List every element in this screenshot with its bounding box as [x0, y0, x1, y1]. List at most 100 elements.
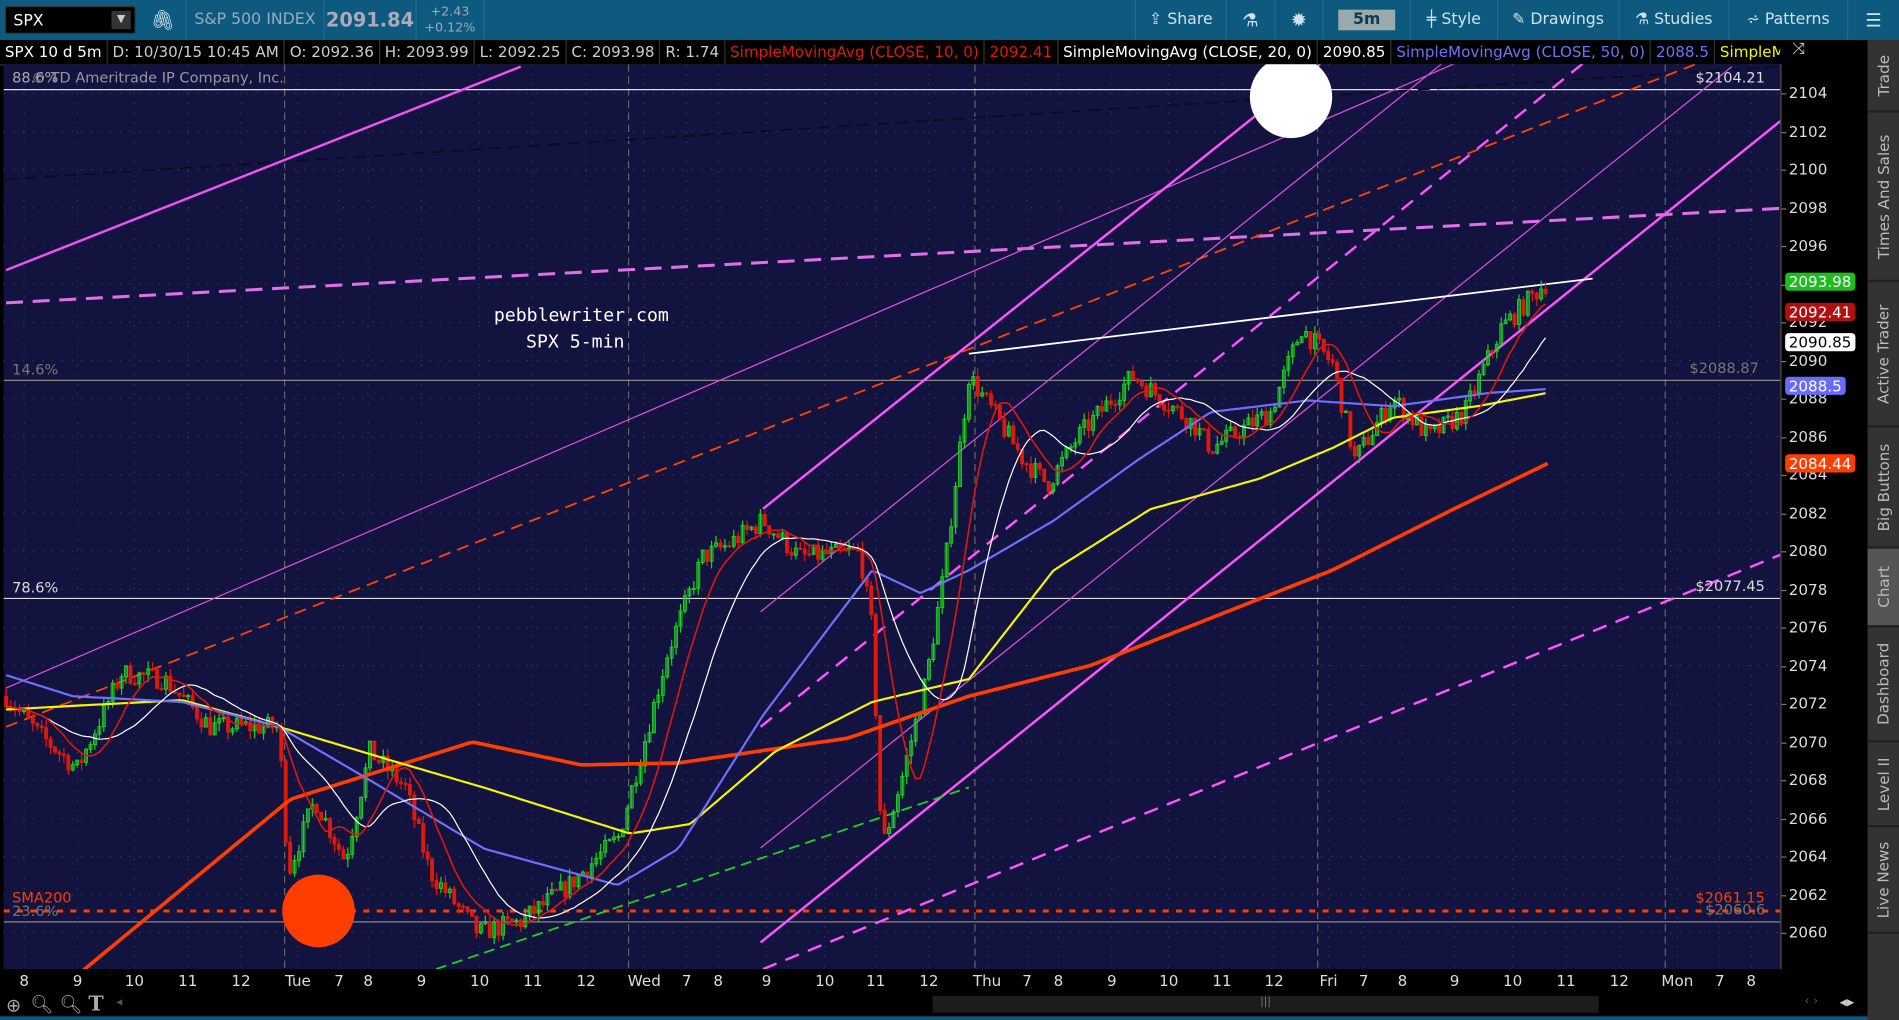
candle-down: [1543, 288, 1548, 295]
candle-down: [718, 542, 723, 548]
sidebar-tab-live-news[interactable]: Live News: [1867, 827, 1899, 934]
candle-down: [155, 668, 159, 689]
sidebar-tab-label: Chart: [1874, 566, 1893, 608]
candle-down: [1108, 400, 1113, 405]
candle-down: [767, 525, 772, 535]
sidebar-tab-dashboard[interactable]: Dashboard: [1867, 628, 1899, 743]
time-tick-label: 8: [363, 971, 373, 990]
collapse-legend-icon[interactable]: ⤨: [1780, 39, 1868, 65]
candle-down: [989, 393, 993, 405]
price-line-label: $2104.21: [1695, 69, 1765, 87]
candle-down: [465, 906, 470, 912]
sma50-badge: 2088.5: [1785, 376, 1846, 395]
time-tick-label: 11: [865, 971, 886, 990]
price-tick-label: 2072: [1781, 694, 1828, 713]
fib-label-14: 14.6%: [12, 360, 59, 378]
channel-mid-dashed-line: [759, 64, 1584, 728]
crosshair-icon[interactable]: ⊕: [6, 995, 21, 1017]
candle-down: [141, 672, 146, 675]
candle-down: [789, 551, 794, 556]
candle-down: [115, 682, 120, 689]
candle-down: [1437, 424, 1442, 434]
candle-down: [376, 759, 381, 763]
candle-down: [53, 746, 57, 753]
time-tick-label: Tue: [284, 971, 311, 990]
sidebar-tab-chart[interactable]: Chart: [1867, 548, 1899, 628]
candle-down: [487, 920, 492, 939]
sidebar-tab-big-buttons[interactable]: Big Buttons: [1867, 428, 1899, 549]
sidebar-tab-label: Big Buttons: [1874, 443, 1893, 531]
candle-down: [532, 905, 537, 914]
menu-icon[interactable]: ☰: [1848, 0, 1899, 40]
candle-down: [1166, 409, 1171, 412]
candle-down: [1139, 380, 1144, 387]
candle-down: [61, 753, 66, 756]
sma20-badge: 2090.85: [1785, 333, 1856, 352]
sidebar-tab-times-and-sales[interactable]: Times And Sales: [1867, 113, 1899, 283]
candle-down: [1206, 428, 1211, 453]
time-tick-label: 10: [815, 971, 835, 990]
candle-down: [496, 921, 501, 936]
time-tick-label: Wed: [627, 971, 661, 990]
candle-down: [1450, 415, 1455, 430]
highlight-circle-white: [1249, 64, 1333, 139]
time-tick-label: 11: [523, 971, 543, 990]
candle-down: [328, 818, 332, 838]
candle-down: [159, 687, 164, 691]
time-tick-label: 9: [416, 971, 427, 990]
time-axis[interactable]: 8 9 10 11 12 Tue 7 8 9 10 11 12 Wed 7 8 9 10 11 12 Thu 7 8 9 10…: [0, 969, 1781, 994]
time-tick-label: 12: [1609, 971, 1629, 990]
price-chart[interactable]: [0, 0, 1781, 970]
zoom-out-icon[interactable]: 🔍︎: [59, 993, 82, 1015]
candle-down: [705, 549, 710, 562]
time-tick-label: 7: [681, 971, 692, 990]
price-tick-label: 2096: [1781, 236, 1828, 255]
time-tick-label: 8: [1397, 971, 1408, 990]
sidebar-tab-trade[interactable]: Trade: [1867, 40, 1899, 113]
watermark: © TD Ameritrade IP Company, Inc.: [31, 69, 284, 87]
candle-down: [17, 709, 22, 712]
time-tick-label: Fri: [1319, 971, 1338, 990]
candle-down: [452, 888, 457, 905]
pan-left-icon[interactable]: ‹ ›: [1805, 995, 1819, 1008]
candle-down: [79, 759, 84, 763]
candle-down: [4, 695, 9, 708]
candle-down: [1100, 406, 1104, 412]
candle-down: [30, 717, 35, 724]
candle-down: [572, 876, 576, 888]
annotation-site: pebblewriter.com: [493, 304, 669, 326]
candle-down: [1175, 405, 1180, 409]
sidebar-tab-active-trader[interactable]: Active Trader: [1867, 282, 1899, 428]
annotation-title: SPX 5-min: [526, 330, 625, 353]
horizontal-scrollbar[interactable]: |||: [932, 995, 1599, 1013]
candle-down: [314, 803, 319, 814]
candle-down: [341, 848, 346, 860]
candle-down: [456, 903, 461, 907]
candle-down: [181, 694, 186, 698]
zoom-in-icon[interactable]: 🔍︎: [30, 993, 53, 1015]
candle-down: [1383, 407, 1388, 421]
sidebar-tab-level-ii[interactable]: Level II: [1867, 743, 1899, 828]
right-sidebar: Trade Times And Sales Active Trader Big But…: [1867, 39, 1899, 1020]
text-tool-icon[interactable]: T: [88, 992, 103, 1016]
candle-down: [727, 545, 732, 548]
time-tick-label: 12: [576, 971, 596, 990]
candle-down: [1459, 411, 1464, 424]
scroll-left-icon[interactable]: ◂: [116, 996, 122, 1009]
candle-down: [1317, 333, 1322, 340]
price-tick-label: 2078: [1781, 579, 1828, 598]
fit-icon[interactable]: ◂▸: [1840, 993, 1855, 1010]
candle-down: [1335, 361, 1340, 380]
time-tick-label: Mon: [1661, 971, 1694, 990]
price-tick-label: 2064: [1781, 846, 1828, 865]
candle-down: [975, 376, 980, 397]
candle-down: [132, 682, 137, 686]
price-axis[interactable]: 2060 2062 2064 2066 2068 2070 2072 2074 2076 2078…: [1780, 64, 1869, 970]
candle-down: [1530, 290, 1535, 294]
candle-down: [434, 880, 439, 889]
sidebar-tab-label: Live News: [1874, 841, 1893, 918]
price-tick-label: 2100: [1781, 159, 1828, 179]
candle-down: [332, 836, 337, 845]
trendlines[interactable]: [5, 61, 1781, 970]
sidebar-tab-label: Level II: [1874, 756, 1893, 811]
